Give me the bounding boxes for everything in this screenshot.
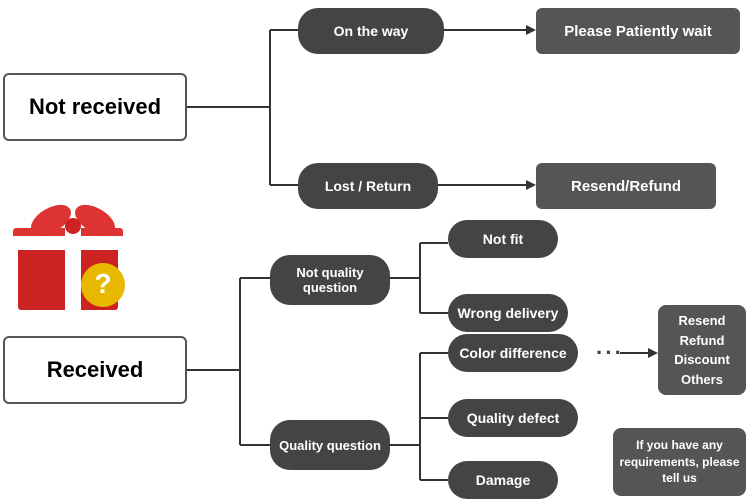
lost-return-label: Lost / Return	[325, 178, 411, 194]
quality-defect-node: Quality defect	[448, 399, 578, 437]
resend-refund-top-label: Resend/Refund	[571, 178, 681, 195]
svg-text:?: ?	[94, 268, 111, 299]
color-difference-node: Color difference	[448, 334, 578, 372]
please-wait-node: Please Patiently wait	[536, 8, 740, 54]
not-received-node: Not received	[3, 73, 187, 141]
color-difference-label: Color difference	[459, 345, 566, 361]
received-label: Received	[47, 357, 144, 383]
resend-refund-top-node: Resend/Refund	[536, 163, 716, 209]
if-requirements-label: If you have any requirements, please tel…	[617, 437, 742, 487]
quality-question-label: Quality question	[279, 438, 381, 453]
resend-refund-options-label: Resend Refund Discount Others	[674, 311, 730, 389]
on-the-way-node: On the way	[298, 8, 444, 54]
not-quality-question-label: Not quality question	[274, 265, 386, 295]
resend-refund-options-node: Resend Refund Discount Others	[658, 305, 746, 395]
not-fit-label: Not fit	[483, 231, 523, 247]
not-quality-question-node: Not quality question	[270, 255, 390, 305]
please-wait-label: Please Patiently wait	[564, 23, 712, 40]
quality-defect-label: Quality defect	[467, 410, 560, 426]
dots-separator: ···	[596, 340, 624, 366]
gift-box-icon: ?	[8, 190, 138, 320]
wrong-delivery-node: Wrong delivery	[448, 294, 568, 332]
not-fit-node: Not fit	[448, 220, 558, 258]
damage-label: Damage	[476, 472, 530, 488]
on-the-way-label: On the way	[334, 23, 409, 39]
damage-node: Damage	[448, 461, 558, 499]
received-node: Received	[3, 336, 187, 404]
lost-return-node: Lost / Return	[298, 163, 438, 209]
quality-question-node: Quality question	[270, 420, 390, 470]
wrong-delivery-label: Wrong delivery	[458, 305, 559, 321]
not-received-label: Not received	[29, 94, 161, 120]
if-requirements-node: If you have any requirements, please tel…	[613, 428, 746, 496]
